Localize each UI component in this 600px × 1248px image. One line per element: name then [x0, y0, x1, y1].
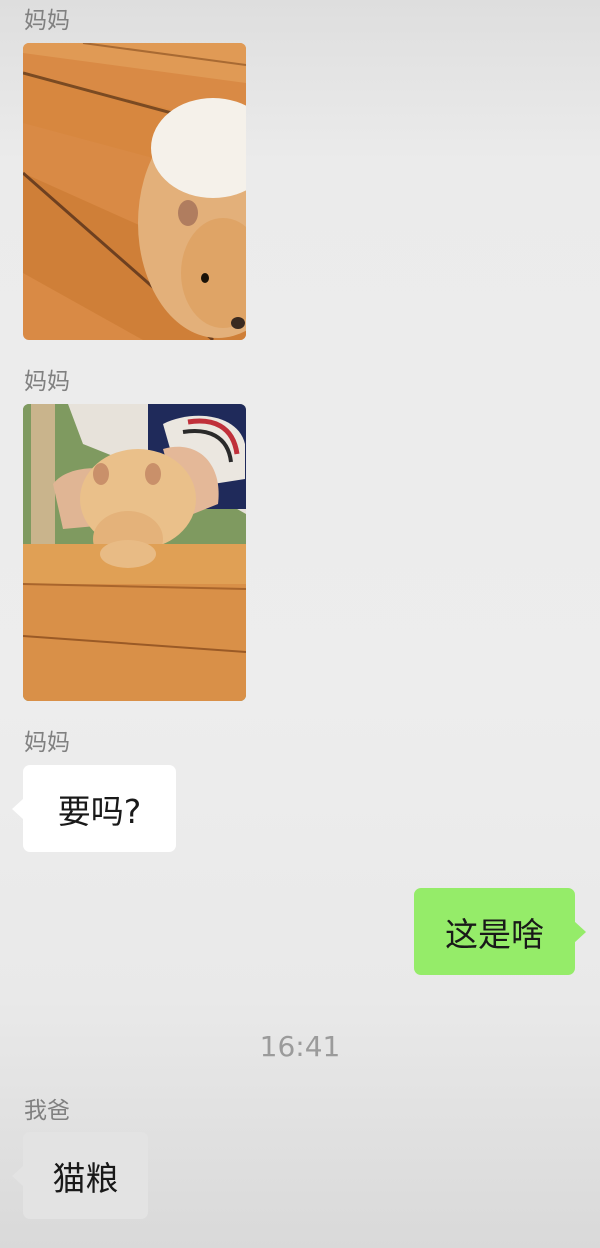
incoming-message-bubble[interactable]: 猫粮	[12, 1132, 148, 1219]
hamster-photo	[23, 404, 246, 701]
message-timestamp: 16:41	[259, 1030, 341, 1063]
outgoing-message-bubble[interactable]: 这是啥	[414, 888, 586, 975]
message-text: 这是啥	[445, 914, 544, 954]
chat-message-list[interactable]: 妈妈 妈妈 妈妈 要吗? 这是啥 16:41 我爸 猫粮	[0, 0, 600, 1248]
sender-name: 妈妈	[24, 730, 70, 756]
bubble-tail	[12, 798, 24, 820]
sender-name: 妈妈	[24, 8, 70, 34]
incoming-message-bubble[interactable]: 要吗?	[12, 765, 176, 852]
sender-name: 妈妈	[24, 369, 70, 395]
message-text: 要吗?	[57, 791, 142, 831]
sender-name: 我爸	[24, 1098, 70, 1124]
hamster-photo	[23, 43, 246, 340]
image-message[interactable]	[23, 404, 246, 701]
bubble-tail	[12, 1165, 24, 1187]
image-message[interactable]	[23, 43, 246, 340]
bubble-tail	[574, 921, 586, 943]
message-text: 猫粮	[52, 1158, 119, 1198]
